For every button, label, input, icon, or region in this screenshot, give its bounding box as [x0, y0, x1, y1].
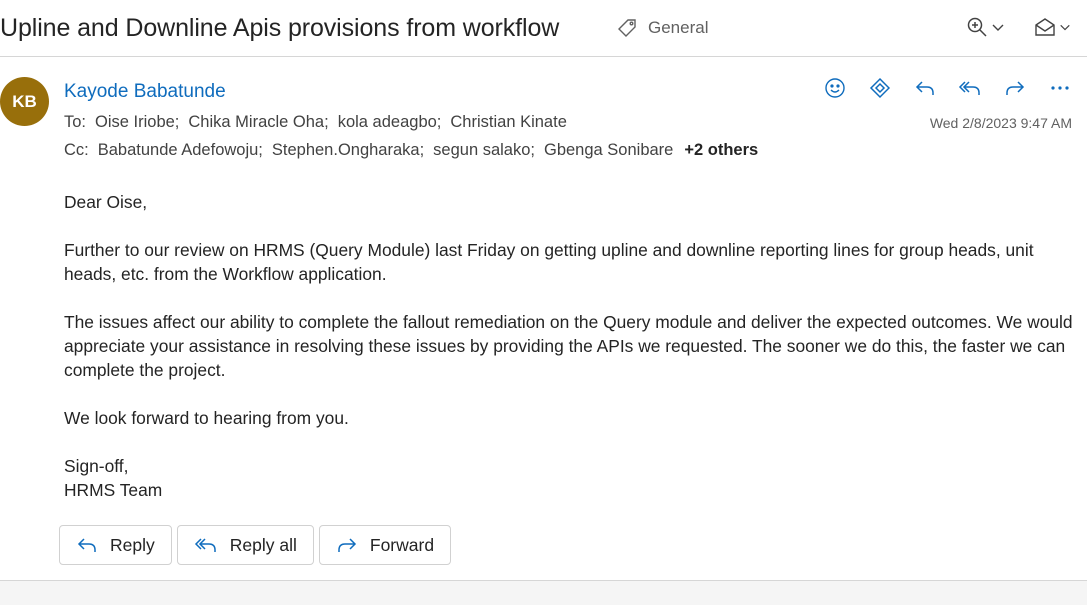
recipient[interactable]: Stephen.Ongharaka; [272, 141, 424, 159]
reply-all-icon [958, 81, 980, 95]
mail-open-icon [1035, 18, 1055, 36]
forward-button-label: Forward [369, 534, 435, 555]
sender-name[interactable]: Kayode Babatunde [64, 81, 226, 103]
sensitivity-text: General [648, 18, 709, 37]
cc-line: Cc: Babatunde Adefowoju; Stephen.Ongharaka… [64, 141, 758, 160]
recipient[interactable]: Christian Kinate [450, 113, 566, 131]
loop-button[interactable] [865, 75, 895, 101]
reply-all-action[interactable] [955, 75, 985, 101]
react-button[interactable] [820, 75, 850, 101]
recipient[interactable]: Chika Miracle Oha; [188, 113, 328, 131]
recipient[interactable]: kola adeagbo; [338, 113, 442, 131]
divider [0, 580, 1087, 605]
message-body: Dear Oise, Further to our review on HRMS… [64, 190, 1074, 502]
forward-action[interactable] [1000, 75, 1030, 101]
signature-team: HRMS Team [64, 480, 163, 500]
reply-all-button-label: Reply all [229, 534, 297, 555]
body-paragraph: We look forward to hearing from you. [64, 408, 349, 428]
mark-read-button[interactable] [1034, 16, 1071, 38]
greeting: Dear Oise, [64, 192, 148, 212]
forward-icon [338, 538, 356, 552]
recipient[interactable]: Gbenga Sonibare [544, 141, 673, 159]
tag-icon [618, 19, 636, 37]
avatar[interactable]: KB [0, 77, 49, 126]
reading-pane-header: Upline and Downline Apis provisions from… [0, 0, 1087, 57]
to-line: To: Oise Iriobe; Chika Miracle Oha; kola ad… [64, 113, 576, 132]
sent-date: Wed 2/8/2023 9:47 AM [929, 115, 1072, 131]
forward-button[interactable]: Forward [318, 525, 452, 565]
forward-icon [1006, 81, 1025, 95]
recipient[interactable]: Babatunde Adefowoju; [98, 141, 263, 159]
chevron-down-icon [992, 24, 1004, 31]
body-paragraph: Further to our review on HRMS (Query Mod… [64, 240, 1034, 284]
emoji-icon [825, 78, 845, 98]
cc-label: Cc: [64, 141, 89, 159]
recipient[interactable]: Oise Iriobe; [95, 113, 179, 131]
to-label: To: [64, 113, 87, 131]
reply-icon [77, 538, 96, 552]
reply-button[interactable]: Reply [59, 525, 172, 565]
reply-all-button[interactable]: Reply all [176, 525, 314, 565]
more-icon [1051, 86, 1069, 90]
sensitivity-label[interactable]: General [616, 17, 708, 39]
recipient[interactable]: segun salako; [433, 141, 535, 159]
signoff: Sign-off, [64, 456, 129, 476]
loop-icon [869, 77, 891, 99]
reply-all-icon [194, 538, 216, 552]
zoom-icon [967, 17, 987, 37]
zoom-button[interactable] [966, 16, 1005, 38]
body-paragraph: The issues affect our ability to complet… [64, 312, 1073, 380]
reply-action[interactable] [910, 75, 940, 101]
more-actions-button[interactable] [1045, 75, 1075, 101]
email-subject: Upline and Downline Apis provisions from… [0, 14, 560, 42]
reply-button-label: Reply [110, 534, 155, 555]
more-recipients-link[interactable]: +2 others [684, 141, 758, 159]
chevron-down-icon [1060, 24, 1070, 31]
reply-icon [915, 81, 934, 95]
response-buttons: Reply Reply all Forward [59, 525, 452, 565]
